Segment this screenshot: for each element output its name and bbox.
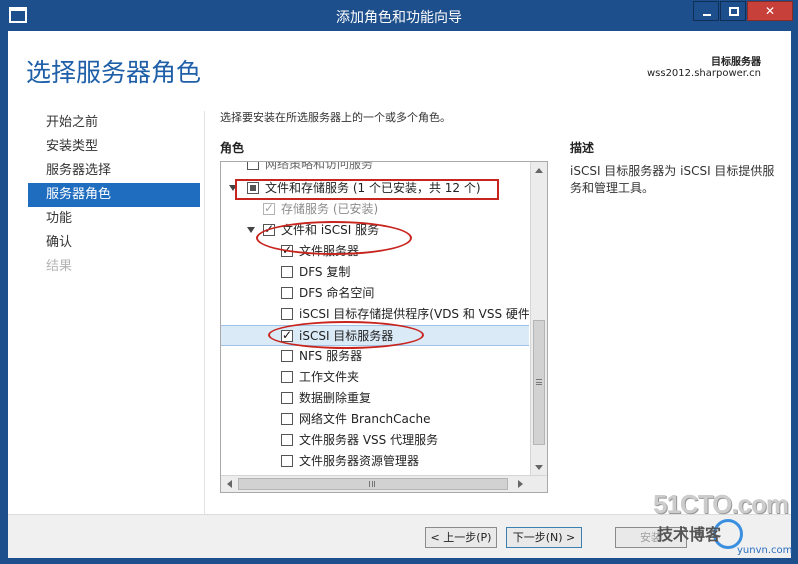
annotation-box-file-storage (235, 179, 499, 200)
watermark-tagline: 技术博客 (657, 525, 722, 544)
title-bar[interactable]: 添加角色和功能向导 ✕ (1, 1, 797, 31)
vertical-scrollbar[interactable] (530, 162, 547, 476)
scroll-right-icon[interactable] (518, 480, 523, 488)
scroll-up-icon[interactable] (535, 168, 543, 173)
wizard-window: 添加角色和功能向导 ✕ 选择服务器角色 目标服务器 wss2012.sharpo… (0, 0, 798, 564)
minimize-button[interactable] (693, 1, 719, 21)
roles-header: 角色 (220, 141, 245, 155)
horizontal-scrollbar[interactable] (221, 475, 547, 492)
nav-divider (204, 111, 205, 521)
nav-step-installation-type[interactable]: 安装类型 (28, 135, 200, 159)
description-header: 描述 (570, 141, 595, 155)
close-button[interactable]: ✕ (747, 1, 793, 21)
tree-row-label: 存储服务 (已安装) (281, 202, 379, 216)
instruction-text: 选择要安装在所选服务器上的一个或多个角色。 (220, 111, 451, 124)
grip-icon (369, 481, 375, 487)
minimize-icon (703, 14, 711, 16)
tree-row-label: 数据删除重复 (299, 391, 372, 405)
checkbox (263, 198, 275, 219)
checkbox[interactable] (281, 434, 293, 446)
checkbox[interactable] (281, 350, 293, 362)
tree-row-label: 文件服务器资源管理器 (299, 454, 420, 468)
window-title: 添加角色和功能向导 (336, 10, 462, 26)
expand-arrow-icon[interactable] (247, 227, 255, 233)
checkbox[interactable] (281, 287, 293, 299)
checkbox[interactable] (281, 266, 293, 278)
tree-row-data-deduplication[interactable]: 数据删除重复 (221, 388, 529, 409)
checkbox[interactable] (281, 308, 293, 320)
nav-step-confirmation[interactable]: 确认 (28, 231, 200, 255)
vertical-scroll-thumb[interactable] (533, 320, 545, 445)
checkbox[interactable] (281, 371, 293, 383)
tree-row-dfs-replication[interactable]: DFS 复制 (221, 262, 529, 283)
nav-step-before-you-begin[interactable]: 开始之前 (28, 111, 200, 135)
wizard-content: 选择服务器角色 目标服务器 wss2012.sharpower.cn 开始之前 … (8, 31, 791, 558)
checkbox[interactable] (281, 392, 293, 404)
tree-row[interactable]: 网络策略和访问服务 (221, 162, 529, 175)
horizontal-scroll-thumb[interactable] (238, 478, 508, 490)
next-button[interactable]: 下一步(N) > (506, 527, 582, 548)
tree-row-branchcache[interactable]: 网络文件 BranchCache (221, 409, 529, 430)
destination-server-label: 目标服务器 (711, 57, 761, 68)
watermark-site: yunvn.com (737, 545, 793, 556)
nav-step-features[interactable]: 功能 (28, 207, 200, 231)
tree-row-label: 网络策略和访问服务 (265, 162, 374, 171)
tree-row-label: DFS 复制 (299, 265, 351, 279)
roles-tree-rows: 网络策略和访问服务 文件和存储服务 (1 个已安装，共 12 个) 存储服务 (… (221, 162, 529, 476)
tree-row-label: NFS 服务器 (299, 349, 363, 363)
tree-row-label: 工作文件夹 (299, 370, 360, 384)
nav-step-results: 结果 (46, 259, 73, 274)
nav-step-server-roles[interactable]: 服务器角色 (28, 183, 200, 207)
checkbox[interactable] (281, 455, 293, 467)
maximize-icon (729, 7, 739, 16)
tree-row-nfs-server[interactable]: NFS 服务器 (221, 346, 529, 367)
tree-row-vss-agent[interactable]: 文件服务器 VSS 代理服务 (221, 430, 529, 451)
grip-icon (536, 379, 542, 385)
tree-row-fsrm[interactable]: 文件服务器资源管理器 (221, 451, 529, 472)
wizard-steps-nav: 开始之前 安装类型 服务器选择 服务器角色 功能 确认 结果 (28, 111, 200, 279)
page-title: 选择服务器角色 (26, 58, 202, 87)
tree-row-label: DFS 命名空间 (299, 286, 375, 300)
maximize-button[interactable] (720, 1, 746, 21)
scroll-down-icon[interactable] (535, 465, 543, 470)
previous-button[interactable]: < 上一步(P) (425, 527, 497, 548)
destination-server-name: wss2012.sharpower.cn (646, 68, 761, 79)
nav-step-server-selection[interactable]: 服务器选择 (28, 159, 200, 183)
tree-row-dfs-namespaces[interactable]: DFS 命名空间 (221, 283, 529, 304)
tree-row-storage-services: 存储服务 (已安装) (221, 198, 529, 220)
role-description: iSCSI 目标服务器为 iSCSI 目标提供服务和管理工具。 (570, 164, 775, 195)
tree-row-label: 网络文件 BranchCache (299, 412, 431, 426)
annotation-ellipse-iscsi-target (268, 321, 424, 349)
tree-row-label: 文件服务器 VSS 代理服务 (299, 433, 439, 447)
annotation-ellipse-file-iscsi (256, 221, 412, 255)
scroll-left-icon[interactable] (227, 480, 232, 488)
checkbox[interactable] (281, 413, 293, 425)
watermark-brand: 51CTO.com (653, 489, 789, 519)
checkbox[interactable] (247, 162, 259, 170)
tree-row-work-folders[interactable]: 工作文件夹 (221, 367, 529, 388)
